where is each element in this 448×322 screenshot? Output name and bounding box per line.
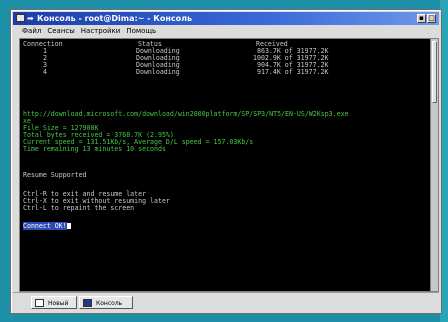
connect-status: Connect OK! — [23, 222, 67, 230]
text-cursor — [66, 223, 71, 229]
title-bar[interactable]: ➡ Консоль - root@Dima:~ - Консоль ▪ □ — [13, 12, 439, 25]
terminal-area[interactable]: Connection Status Received 1 Downloading… — [19, 38, 439, 292]
console-window: ➡ Консоль - root@Dima:~ - Консоль ▪ □ Фа… — [10, 9, 442, 314]
download-url: http://download.microsoft.com/download/w… — [23, 110, 349, 118]
connect-status-line: Connect OK! — [23, 222, 71, 230]
tab-new-session[interactable]: Новый — [31, 296, 77, 309]
tab-console-label: Консоль — [96, 300, 123, 307]
console-icon — [83, 299, 92, 307]
row-status: Downloading — [136, 68, 180, 76]
row-id: 4 — [43, 68, 47, 76]
time-remaining: Time remaining 13 minutes 10 seconds — [23, 145, 166, 153]
window-menu-icon[interactable] — [16, 14, 25, 22]
window-title: Консоль - root@Dima:~ - Консоль — [37, 14, 192, 23]
terminal-scrollbar[interactable] — [430, 39, 438, 291]
session-tabs: Новый Консоль — [13, 292, 439, 311]
row-received: 917.4K of 31977.2K — [257, 68, 329, 76]
resume-supported: Resume Supported — [23, 171, 87, 179]
menu-help[interactable]: Помощь — [126, 26, 156, 37]
menu-settings[interactable]: Настройки — [81, 26, 121, 37]
maximize-icon[interactable]: □ — [427, 14, 436, 23]
scrollbar-thumb[interactable] — [432, 41, 437, 103]
window-controls: ▪ □ — [417, 14, 436, 23]
menu-file[interactable]: Файл — [22, 26, 41, 37]
tab-new-label: Новый — [48, 300, 69, 307]
new-document-icon — [35, 299, 44, 307]
tab-console[interactable]: Консоль — [79, 296, 133, 309]
arrow-icon: ➡ — [27, 14, 34, 23]
minimize-icon[interactable]: ▪ — [417, 14, 426, 23]
menu-sessions[interactable]: Сеансы — [47, 26, 74, 37]
help-line-repaint: Ctrl-L to repaint the screen — [23, 204, 135, 212]
menu-bar: Файл Сеансы Настройки Помощь — [13, 26, 439, 37]
